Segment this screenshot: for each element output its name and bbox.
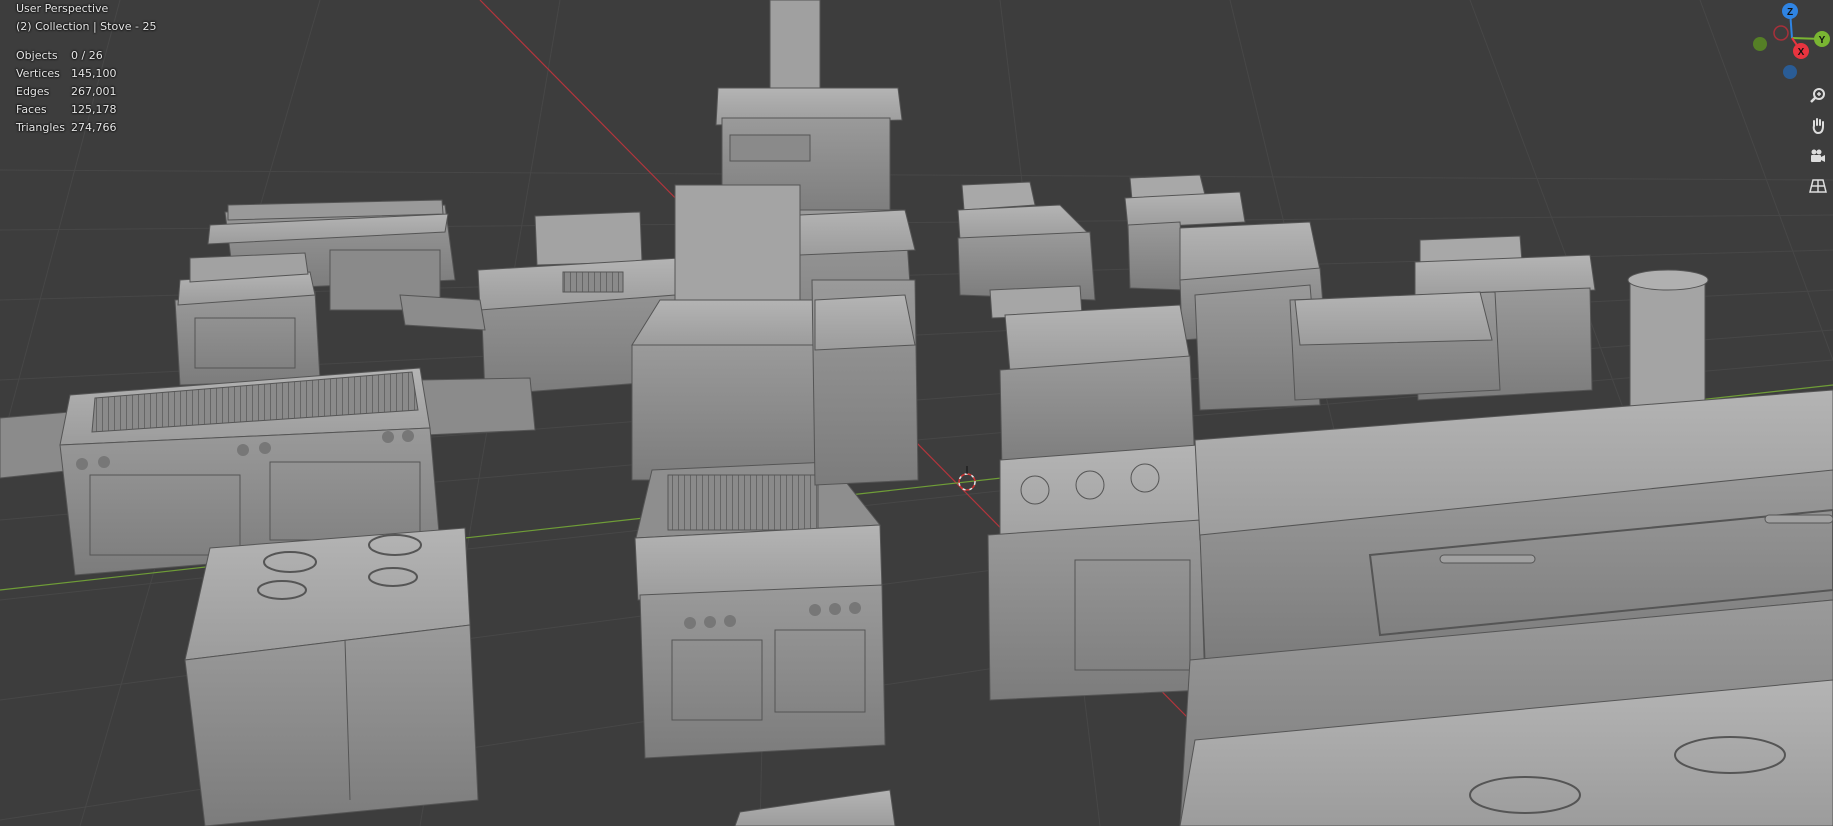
3d-cursor [958,466,976,491]
gizmo-neg-y[interactable] [1753,37,1767,51]
stove-back-left-small [174,252,321,386]
stove-center-side-unit [811,279,919,486]
stat-key: Vertices [16,66,60,80]
stat-value: 125,178 [71,102,117,116]
gizmo-z-label: Z [1787,7,1793,18]
3d-viewport[interactable]: User Perspective (2) Collection | Stove … [0,0,1833,826]
stat-key: Triangles [16,120,65,134]
stove-front-left-cooktop [184,527,479,826]
camera-icon[interactable] [1806,144,1830,168]
viewport-info-overlay: User Perspective (2) Collection | Stove … [16,0,156,36]
gizmo-x-label: X [1798,47,1805,58]
zoom-icon[interactable] [1806,84,1830,108]
gizmo-neg-x[interactable] [1773,25,1789,41]
gizmo-neg-z[interactable] [1783,65,1797,79]
scene-statistics: Objects 0 / 26 Vertices 145,100 Edges 267,0… [16,46,117,136]
stove-open-hood-mid [987,285,1206,701]
stat-key: Objects [16,48,58,62]
stat-row-vertices: Vertices 145,100 [16,64,117,82]
gizmo-y-label: Y [1819,35,1826,46]
navigation-gizmo[interactable]: Z X Y [1745,0,1833,84]
stove-right-mid-big [1194,284,1501,411]
stove-models-scene[interactable] [0,0,1833,826]
stat-value: 145,100 [71,66,117,80]
stove-partial-bottom [734,789,896,826]
stat-value: 267,001 [71,84,117,98]
stat-row-faces: Faces 125,178 [16,100,117,118]
stat-value: 0 / 26 [71,48,103,62]
stove-back-right-1 [957,181,1096,301]
stat-key: Faces [16,102,47,116]
stat-row-triangles: Triangles 274,766 [16,118,117,136]
stat-key: Edges [16,84,50,98]
grid-perspective-icon[interactable] [1806,174,1830,198]
pan-hand-icon[interactable] [1806,114,1830,138]
stat-row-edges: Edges 267,001 [16,82,117,100]
stat-row-objects: Objects 0 / 26 [16,46,117,64]
stat-value: 274,766 [71,120,117,134]
perspective-label: User Perspective [16,2,109,15]
collection-label: (2) Collection | Stove - 25 [16,20,157,33]
